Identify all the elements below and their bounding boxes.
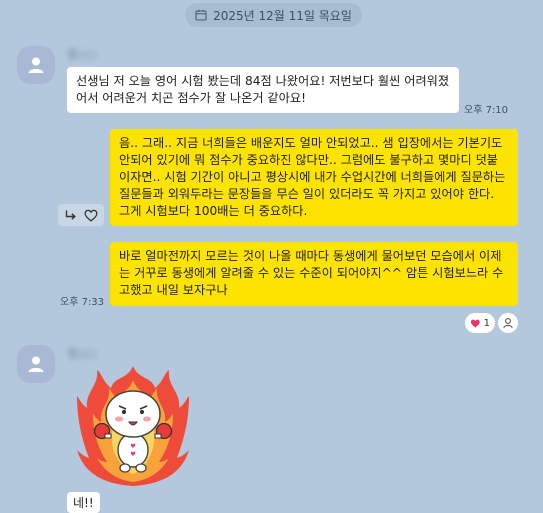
- fire-cheer-sticker[interactable]: ♥ ♥: [75, 362, 191, 487]
- reply-arrow-icon[interactable]: [64, 209, 77, 222]
- sender-name: 정○○: [67, 347, 97, 360]
- person-icon: [28, 356, 44, 372]
- message-bubble[interactable]: 음.. 그래.. 지금 너희들은 배운지도 얼마 안되었고.. 샘 입장에서는 …: [110, 129, 518, 226]
- heart-icon[interactable]: [84, 209, 98, 222]
- message-bubble[interactable]: 바로 얼마전까지 모르는 것이 나올 때마다 동생에게 물어보던 모습에서 이제…: [110, 242, 518, 306]
- message-time: 오후 7:33: [60, 297, 105, 308]
- message-time: 오후 7:10: [464, 105, 509, 116]
- sender-name: 정○○: [67, 48, 97, 61]
- calendar-icon: [195, 9, 207, 21]
- svg-text:♥: ♥: [130, 451, 135, 458]
- message-actions: [58, 204, 104, 226]
- person-icon: [28, 57, 44, 73]
- sender-avatar[interactable]: [17, 46, 55, 84]
- person-outline-icon: [503, 318, 513, 329]
- like-count: 1: [483, 317, 490, 329]
- sender-avatar[interactable]: [17, 345, 55, 383]
- message-bubble[interactable]: 선생님 저 오늘 영어 시험 봤는데 84점 나왔어요! 저번보다 훨씬 어려워…: [67, 67, 459, 113]
- like-count-badge[interactable]: 1: [465, 313, 495, 333]
- reader-profile-button[interactable]: [498, 313, 518, 333]
- heart-icon: [470, 319, 480, 328]
- date-label: 2025년 12월 11일 목요일: [213, 8, 352, 23]
- svg-text:♥: ♥: [130, 443, 135, 450]
- date-divider: 2025년 12월 11일 목요일: [185, 3, 362, 27]
